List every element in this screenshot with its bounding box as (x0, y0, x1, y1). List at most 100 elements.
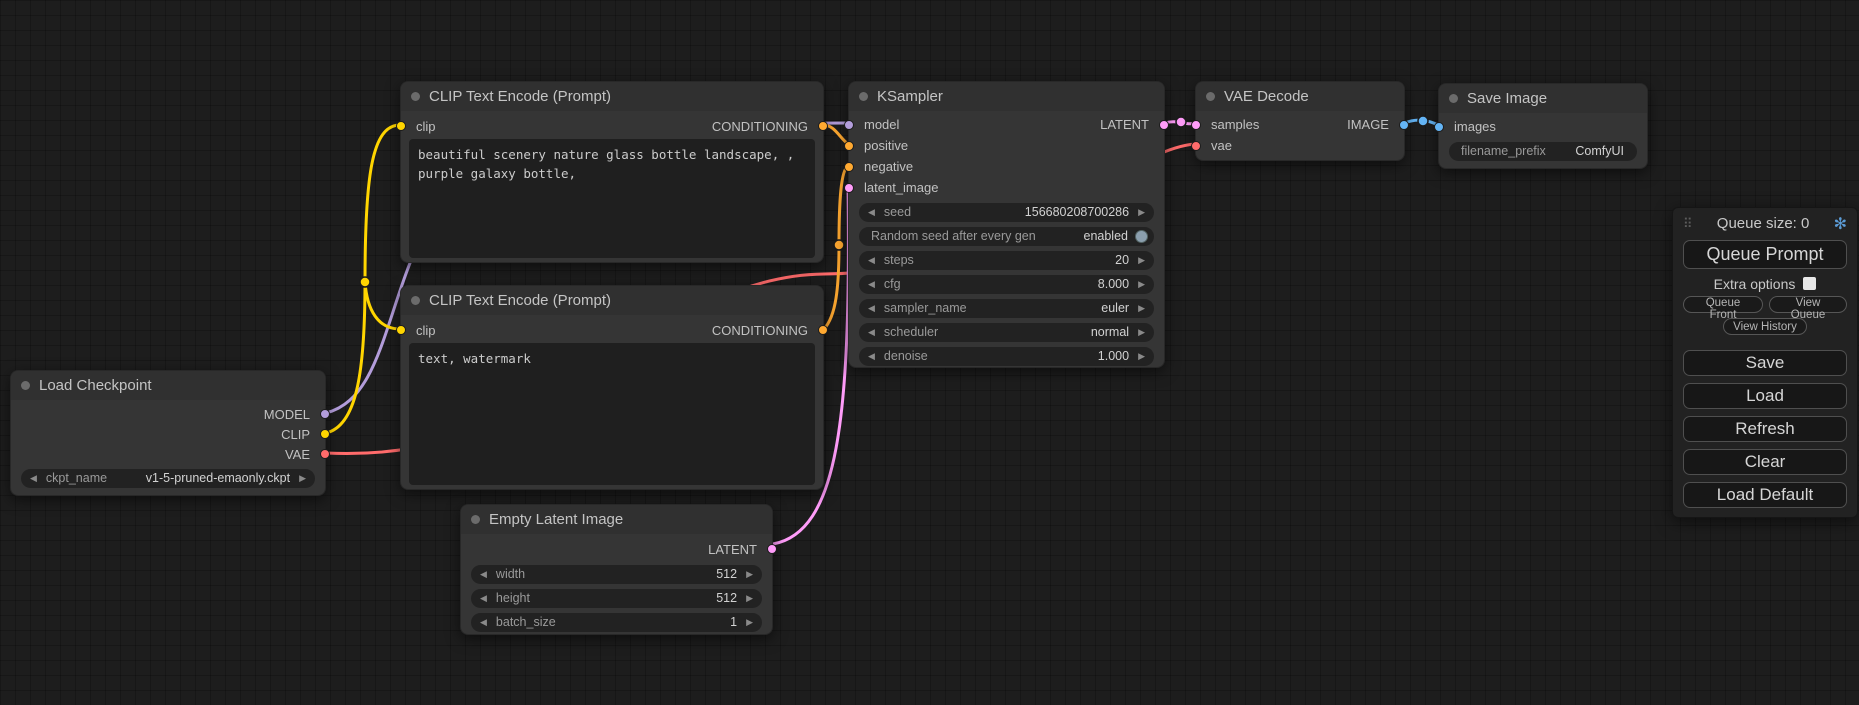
collapse-dot-icon[interactable] (411, 296, 420, 305)
decrement-arrow-icon[interactable]: ◀ (868, 256, 875, 265)
increment-arrow-icon[interactable]: ▶ (1138, 304, 1145, 313)
positive-input-dot[interactable] (844, 141, 854, 151)
decrement-arrow-icon[interactable]: ◀ (480, 618, 487, 627)
model-output-dot[interactable] (320, 409, 330, 419)
collapse-dot-icon[interactable] (1449, 94, 1458, 103)
node-title-bar[interactable]: Load Checkpoint (11, 371, 325, 400)
latent-image-input-dot[interactable] (844, 183, 854, 193)
slot-label: clip (416, 119, 436, 134)
image-output-dot[interactable] (1399, 120, 1409, 130)
widget-value: 156680208700286 (1025, 203, 1129, 222)
vae-output-dot[interactable] (320, 449, 330, 459)
node-save-image[interactable]: Save Image images filename_prefix ComfyU… (1438, 83, 1648, 169)
decrement-arrow-icon[interactable]: ◀ (868, 304, 875, 313)
node-title-bar[interactable]: KSampler (849, 82, 1164, 111)
wire-clip-to-positive (365, 125, 400, 282)
batch-size-widget[interactable]: ◀ batch_size 1 ▶ (471, 613, 762, 632)
node-title-bar[interactable]: CLIP Text Encode (Prompt) (401, 82, 823, 111)
increment-arrow-icon[interactable]: ▶ (1138, 256, 1145, 265)
node-vae-decode[interactable]: VAE Decode samples IMAGE vae (1195, 81, 1405, 161)
increment-arrow-icon[interactable]: ▶ (1138, 280, 1145, 289)
vae-input-dot[interactable] (1191, 141, 1201, 151)
slot-row-clip-conditioning: clip CONDITIONING (401, 115, 823, 137)
negative-prompt-textarea[interactable]: text, watermark (409, 343, 815, 485)
increment-arrow-icon[interactable]: ▶ (746, 570, 753, 579)
sampler-name-widget[interactable]: ◀ sampler_name euler ▶ (859, 299, 1154, 318)
settings-gear-icon[interactable]: ✻ (1834, 214, 1847, 234)
reroute-dot-image[interactable] (1418, 116, 1428, 126)
decrement-arrow-icon[interactable]: ◀ (868, 280, 875, 289)
seed-widget[interactable]: ◀ seed 156680208700286 ▶ (859, 203, 1154, 222)
widget-label: denoise (884, 347, 928, 366)
increment-arrow-icon[interactable]: ▶ (1138, 352, 1145, 361)
images-input-dot[interactable] (1434, 122, 1444, 132)
collapse-dot-icon[interactable] (471, 515, 480, 524)
increment-arrow-icon[interactable]: ▶ (746, 618, 753, 627)
node-title-bar[interactable]: VAE Decode (1196, 82, 1404, 111)
reroute-dot-clip[interactable] (360, 277, 370, 287)
samples-input-dot[interactable] (1191, 120, 1201, 130)
random-seed-toggle-widget[interactable]: Random seed after every gen enabled (859, 227, 1154, 246)
widget-value: 512 (716, 589, 737, 608)
denoise-widget[interactable]: ◀ denoise 1.000 ▶ (859, 347, 1154, 366)
decrement-arrow-icon[interactable]: ◀ (868, 328, 875, 337)
steps-widget[interactable]: ◀ steps 20 ▶ (859, 251, 1154, 270)
decrement-arrow-icon[interactable]: ◀ (868, 208, 875, 217)
extra-options-checkbox[interactable] (1803, 277, 1816, 290)
conditioning-output-dot[interactable] (818, 121, 828, 131)
conditioning-output-dot[interactable] (818, 325, 828, 335)
slot-label: CLIP (281, 427, 310, 442)
load-button[interactable]: Load (1683, 383, 1847, 409)
load-default-button[interactable]: Load Default (1683, 482, 1847, 508)
clip-output-dot[interactable] (320, 429, 330, 439)
increment-arrow-icon[interactable]: ▶ (1138, 328, 1145, 337)
filename-prefix-widget[interactable]: filename_prefix ComfyUI (1449, 142, 1637, 161)
view-queue-button[interactable]: View Queue (1769, 296, 1847, 313)
refresh-button[interactable]: Refresh (1683, 416, 1847, 442)
cfg-widget[interactable]: ◀ cfg 8.000 ▶ (859, 275, 1154, 294)
reroute-dot-latent[interactable] (1176, 117, 1186, 127)
node-title-bar[interactable]: Empty Latent Image (461, 505, 772, 534)
node-ksampler[interactable]: KSampler model LATENT positive negative … (848, 81, 1165, 368)
node-clip-text-encode-positive[interactable]: CLIP Text Encode (Prompt) clip CONDITION… (400, 81, 824, 263)
view-history-button[interactable]: View History (1723, 318, 1807, 335)
latent-output-dot[interactable] (767, 544, 777, 554)
negative-input-dot[interactable] (844, 162, 854, 172)
ckpt-name-widget[interactable]: ◀ ckpt_name v1-5-pruned-emaonly.ckpt ▶ (21, 469, 315, 488)
reroute-dot-conditioning[interactable] (834, 240, 844, 250)
clear-button[interactable]: Clear (1683, 449, 1847, 475)
collapse-dot-icon[interactable] (859, 92, 868, 101)
save-button[interactable]: Save (1683, 350, 1847, 376)
queue-front-button[interactable]: Queue Front (1683, 296, 1763, 313)
queue-prompt-button[interactable]: Queue Prompt (1683, 240, 1847, 269)
decrement-arrow-icon[interactable]: ◀ (480, 594, 487, 603)
clip-input-dot[interactable] (396, 121, 406, 131)
drag-handle-icon[interactable]: ⠿ (1683, 216, 1693, 232)
node-graph-canvas[interactable]: Load Checkpoint MODEL CLIP VAE ◀ ckpt_na… (0, 0, 1859, 705)
node-load-checkpoint[interactable]: Load Checkpoint MODEL CLIP VAE ◀ ckpt_na… (10, 370, 326, 496)
decrement-arrow-icon[interactable]: ◀ (868, 352, 875, 361)
node-title: Save Image (1467, 90, 1547, 107)
scheduler-widget[interactable]: ◀ scheduler normal ▶ (859, 323, 1154, 342)
decrement-arrow-icon[interactable]: ◀ (30, 474, 37, 483)
node-title-bar[interactable]: CLIP Text Encode (Prompt) (401, 286, 823, 315)
clip-input-dot[interactable] (396, 325, 406, 335)
node-title: CLIP Text Encode (Prompt) (429, 292, 611, 309)
toggle-knob-icon[interactable] (1135, 230, 1148, 243)
collapse-dot-icon[interactable] (21, 381, 30, 390)
node-empty-latent-image[interactable]: Empty Latent Image LATENT ◀ width 512 ▶ … (460, 504, 773, 635)
positive-prompt-textarea[interactable]: beautiful scenery nature glass bottle la… (409, 139, 815, 258)
model-input-dot[interactable] (844, 120, 854, 130)
increment-arrow-icon[interactable]: ▶ (746, 594, 753, 603)
widget-value: 1 (730, 613, 737, 632)
latent-output-dot[interactable] (1159, 120, 1169, 130)
decrement-arrow-icon[interactable]: ◀ (480, 570, 487, 579)
collapse-dot-icon[interactable] (411, 92, 420, 101)
height-widget[interactable]: ◀ height 512 ▶ (471, 589, 762, 608)
increment-arrow-icon[interactable]: ▶ (1138, 208, 1145, 217)
collapse-dot-icon[interactable] (1206, 92, 1215, 101)
increment-arrow-icon[interactable]: ▶ (299, 474, 306, 483)
node-title-bar[interactable]: Save Image (1439, 84, 1647, 113)
width-widget[interactable]: ◀ width 512 ▶ (471, 565, 762, 584)
node-clip-text-encode-negative[interactable]: CLIP Text Encode (Prompt) clip CONDITION… (400, 285, 824, 490)
